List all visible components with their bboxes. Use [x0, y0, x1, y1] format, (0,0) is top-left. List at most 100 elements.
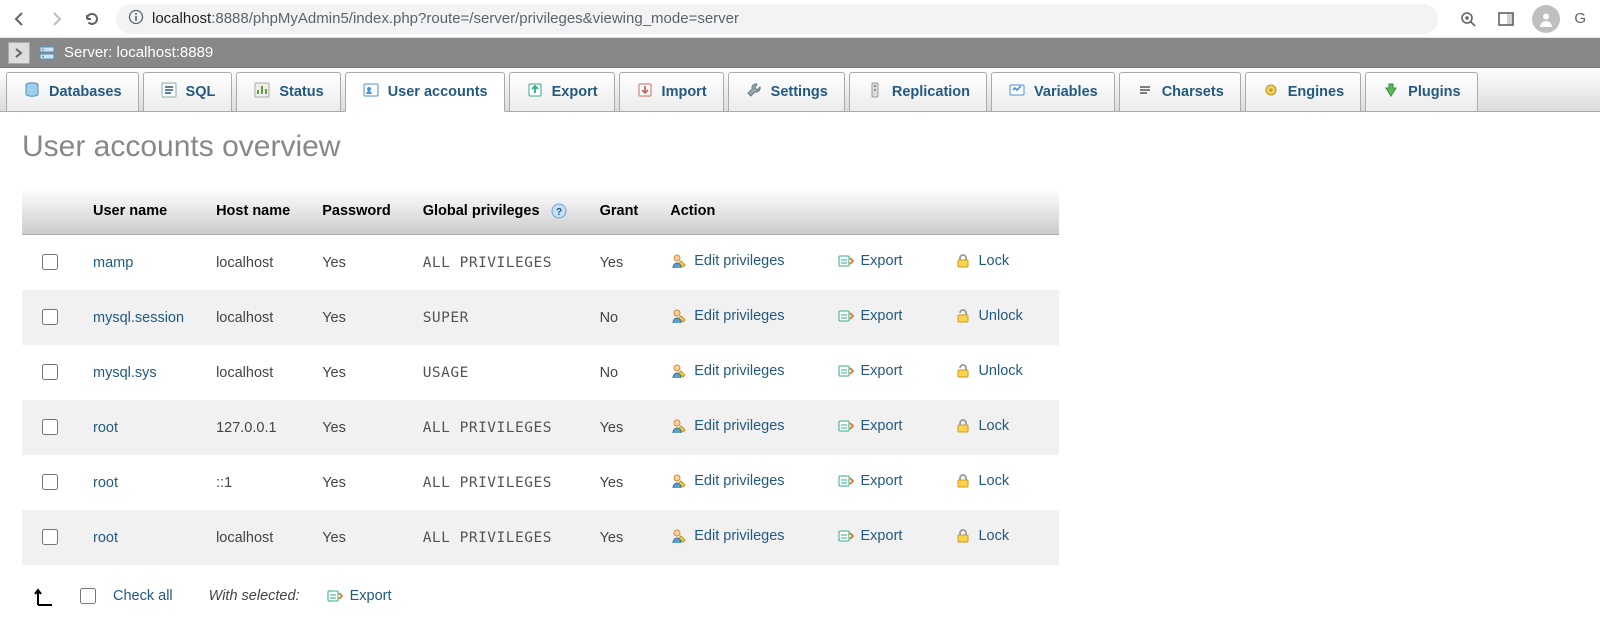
edit-privileges-button[interactable]: Edit privileges — [670, 252, 784, 270]
status-icon — [253, 81, 271, 103]
row-export-button[interactable]: Export — [837, 307, 903, 325]
address-bar[interactable]: localhost:8888/phpMyAdmin5/index.php?rou… — [116, 4, 1438, 34]
grant-cell: No — [584, 290, 655, 345]
replication-icon — [866, 81, 884, 103]
hostname-cell: localhost — [200, 290, 306, 345]
tab-plugins[interactable]: Plugins — [1365, 72, 1477, 111]
tab-export[interactable]: Export — [509, 72, 615, 111]
tab-label: Export — [552, 84, 598, 100]
edit-privileges-button[interactable]: Edit privileges — [670, 472, 784, 490]
table-row: mysql.session localhost Yes SUPER No Edi… — [22, 290, 1059, 345]
row-export-button[interactable]: Export — [837, 472, 903, 490]
export-icon — [526, 81, 544, 103]
bulk-export-button[interactable]: Export — [326, 587, 392, 605]
tab-replication[interactable]: Replication — [849, 72, 987, 111]
password-cell: Yes — [306, 510, 407, 565]
row-checkbox[interactable] — [42, 419, 58, 435]
row-checkbox[interactable] — [42, 529, 58, 545]
browser-forward-button[interactable] — [44, 7, 68, 31]
server-icon — [38, 44, 56, 62]
row-checkbox[interactable] — [42, 254, 58, 270]
username-link[interactable]: root — [93, 420, 118, 436]
tab-settings[interactable]: Settings — [728, 72, 845, 111]
url-text: localhost:8888/phpMyAdmin5/index.php?rou… — [152, 10, 739, 27]
row-export-button[interactable]: Export — [837, 252, 903, 270]
col-password[interactable]: Password — [306, 188, 407, 235]
breadcrumb-text[interactable]: Server: localhost:8889 — [64, 44, 213, 61]
col-username[interactable]: User name — [77, 188, 200, 235]
tab-label: Replication — [892, 84, 970, 100]
edit-privileges-button[interactable]: Edit privileges — [670, 362, 784, 380]
tab-label: Settings — [771, 84, 828, 100]
check-all-link[interactable]: Check all — [113, 588, 173, 604]
breadcrumb-bar: Server: localhost:8889 — [0, 38, 1600, 68]
browser-reload-button[interactable] — [80, 7, 104, 31]
privileges-cell: USAGE — [407, 345, 584, 400]
tab-import[interactable]: Import — [619, 72, 724, 111]
lock-toggle-button[interactable]: Lock — [954, 417, 1009, 435]
lock-toggle-button[interactable]: Lock — [954, 252, 1009, 270]
grant-cell: Yes — [584, 400, 655, 455]
username-link[interactable]: root — [93, 530, 118, 546]
username-link[interactable]: mysql.session — [93, 310, 184, 326]
help-icon[interactable] — [550, 202, 568, 220]
database-icon — [23, 81, 41, 103]
site-info-icon[interactable] — [128, 9, 144, 29]
profile-avatar[interactable] — [1532, 5, 1560, 33]
lock-toggle-button[interactable]: Unlock — [954, 362, 1022, 380]
row-checkbox[interactable] — [42, 474, 58, 490]
edit-privileges-button[interactable]: Edit privileges — [670, 417, 784, 435]
tab-sql[interactable]: SQL — [143, 72, 233, 111]
privileges-cell: ALL PRIVILEGES — [407, 510, 584, 565]
charsets-icon — [1136, 81, 1154, 103]
row-checkbox[interactable] — [42, 364, 58, 380]
tab-status[interactable]: Status — [236, 72, 340, 111]
sql-icon — [160, 81, 178, 103]
hostname-cell: localhost — [200, 510, 306, 565]
tab-charsets[interactable]: Charsets — [1119, 72, 1241, 111]
privileges-cell: ALL PRIVILEGES — [407, 400, 584, 455]
tab-user-accounts[interactable]: User accounts — [345, 72, 505, 112]
tab-variables[interactable]: Variables — [991, 72, 1115, 111]
lock-toggle-button[interactable]: Lock — [954, 527, 1009, 545]
row-export-button[interactable]: Export — [837, 362, 903, 380]
tab-label: User accounts — [388, 84, 488, 100]
username-link[interactable]: mamp — [93, 255, 133, 271]
username-link[interactable]: mysql.sys — [93, 365, 157, 381]
panel-toggle-icon[interactable] — [1494, 7, 1518, 31]
select-arrow-icon — [32, 583, 62, 609]
edit-privileges-button[interactable]: Edit privileges — [670, 527, 784, 545]
tab-label: SQL — [186, 84, 216, 100]
row-export-button[interactable]: Export — [837, 417, 903, 435]
grant-cell: Yes — [584, 455, 655, 510]
table-row: mamp localhost Yes ALL PRIVILEGES Yes Ed… — [22, 235, 1059, 291]
row-export-button[interactable]: Export — [837, 527, 903, 545]
grant-cell: Yes — [584, 235, 655, 291]
user-accounts-table: User name Host name Password Global priv… — [22, 188, 1059, 565]
grant-cell: No — [584, 345, 655, 400]
col-grant[interactable]: Grant — [584, 188, 655, 235]
edit-privileges-button[interactable]: Edit privileges — [670, 307, 784, 325]
tab-engines[interactable]: Engines — [1245, 72, 1361, 111]
col-hostname[interactable]: Host name — [200, 188, 306, 235]
tab-databases[interactable]: Databases — [6, 72, 139, 111]
import-icon — [636, 81, 654, 103]
table-row: mysql.sys localhost Yes USAGE No Edit pr… — [22, 345, 1059, 400]
password-cell: Yes — [306, 455, 407, 510]
row-checkbox[interactable] — [42, 309, 58, 325]
tab-label: Variables — [1034, 84, 1098, 100]
username-link[interactable]: root — [93, 475, 118, 491]
browser-back-button[interactable] — [8, 7, 32, 31]
table-row: root 127.0.0.1 Yes ALL PRIVILEGES Yes Ed… — [22, 400, 1059, 455]
tab-label: Plugins — [1408, 84, 1460, 100]
zoom-icon[interactable] — [1456, 7, 1480, 31]
col-globalpriv[interactable]: Global privileges — [407, 188, 584, 235]
lock-toggle-button[interactable]: Lock — [954, 472, 1009, 490]
table-row: root localhost Yes ALL PRIVILEGES Yes Ed… — [22, 510, 1059, 565]
nav-collapse-toggle[interactable] — [8, 42, 30, 64]
grant-cell: Yes — [584, 510, 655, 565]
check-all-checkbox[interactable] — [80, 588, 96, 604]
table-row: root ::1 Yes ALL PRIVILEGES Yes Edit pri… — [22, 455, 1059, 510]
browser-toolbar: localhost:8888/phpMyAdmin5/index.php?rou… — [0, 0, 1600, 38]
lock-toggle-button[interactable]: Unlock — [954, 307, 1022, 325]
